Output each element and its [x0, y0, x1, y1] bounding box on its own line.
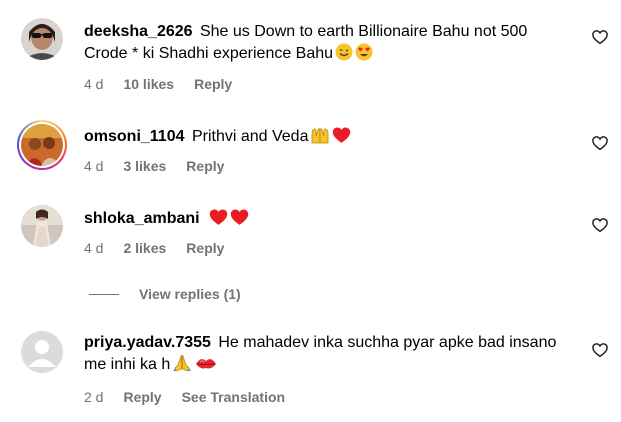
comment-body: omsoni_1104 Prithvi and Veda	[84, 126, 574, 151]
comment-time: 2 d	[84, 389, 104, 405]
comment-text: Prithvi and Veda	[191, 128, 309, 145]
red-heart-icon	[230, 208, 249, 233]
comment-meta: 4 d 10 likes Reply	[84, 75, 252, 93]
avatar[interactable]	[21, 205, 63, 247]
raising-hands-icon	[310, 126, 330, 151]
red-heart-icon	[209, 208, 228, 233]
like-heart-icon[interactable]	[591, 216, 609, 234]
likes-count[interactable]: 3 likes	[123, 158, 166, 174]
avatar[interactable]	[21, 18, 63, 60]
view-replies-button[interactable]: View replies (1)	[89, 284, 241, 304]
comment-time: 4 d	[84, 240, 104, 256]
likes-count[interactable]: 10 likes	[123, 76, 174, 92]
reply-button[interactable]: Reply	[186, 158, 224, 174]
reply-button[interactable]: Reply	[186, 240, 224, 256]
comment-username[interactable]: priya.yadav.7355	[84, 334, 211, 351]
comments-list: deeksha_2626 She us Down to earth Billio…	[0, 0, 621, 422]
comment-body: deeksha_2626 She us Down to earth Billio…	[84, 21, 574, 68]
comment-time: 4 d	[84, 76, 104, 92]
like-heart-icon[interactable]	[591, 28, 609, 46]
replies-divider-line	[89, 294, 119, 295]
comment-time: 4 d	[84, 158, 104, 174]
red-heart-icon	[332, 126, 351, 151]
see-translation-button[interactable]: See Translation	[182, 389, 285, 405]
comment-username[interactable]: omsoni_1104	[84, 128, 185, 145]
comment-username[interactable]: shloka_ambani	[84, 210, 200, 227]
reply-button[interactable]: Reply	[194, 76, 232, 92]
comment-body: priya.yadav.7355 He mahadev inka suchha …	[84, 332, 574, 379]
heart-eyes-face-icon	[355, 43, 373, 68]
comment-meta: 4 d 3 likes Reply	[84, 157, 244, 175]
folded-hands-icon	[172, 354, 192, 379]
smiling-face-icon	[335, 43, 353, 68]
like-heart-icon[interactable]	[591, 134, 609, 152]
comment-meta: 4 d 2 likes Reply	[84, 239, 244, 257]
comment-body: shloka_ambani	[84, 208, 574, 233]
avatar[interactable]	[21, 331, 63, 373]
avatar-photo	[21, 124, 63, 166]
kiss-lips-icon	[194, 354, 218, 379]
view-replies-label[interactable]: View replies (1)	[139, 286, 241, 302]
reply-button[interactable]: Reply	[123, 389, 161, 405]
avatar[interactable]	[17, 120, 67, 170]
comment-meta: 2 d Reply See Translation	[84, 388, 305, 406]
like-heart-icon[interactable]	[591, 341, 609, 359]
comment-username[interactable]: deeksha_2626	[84, 23, 193, 40]
likes-count[interactable]: 2 likes	[123, 240, 166, 256]
